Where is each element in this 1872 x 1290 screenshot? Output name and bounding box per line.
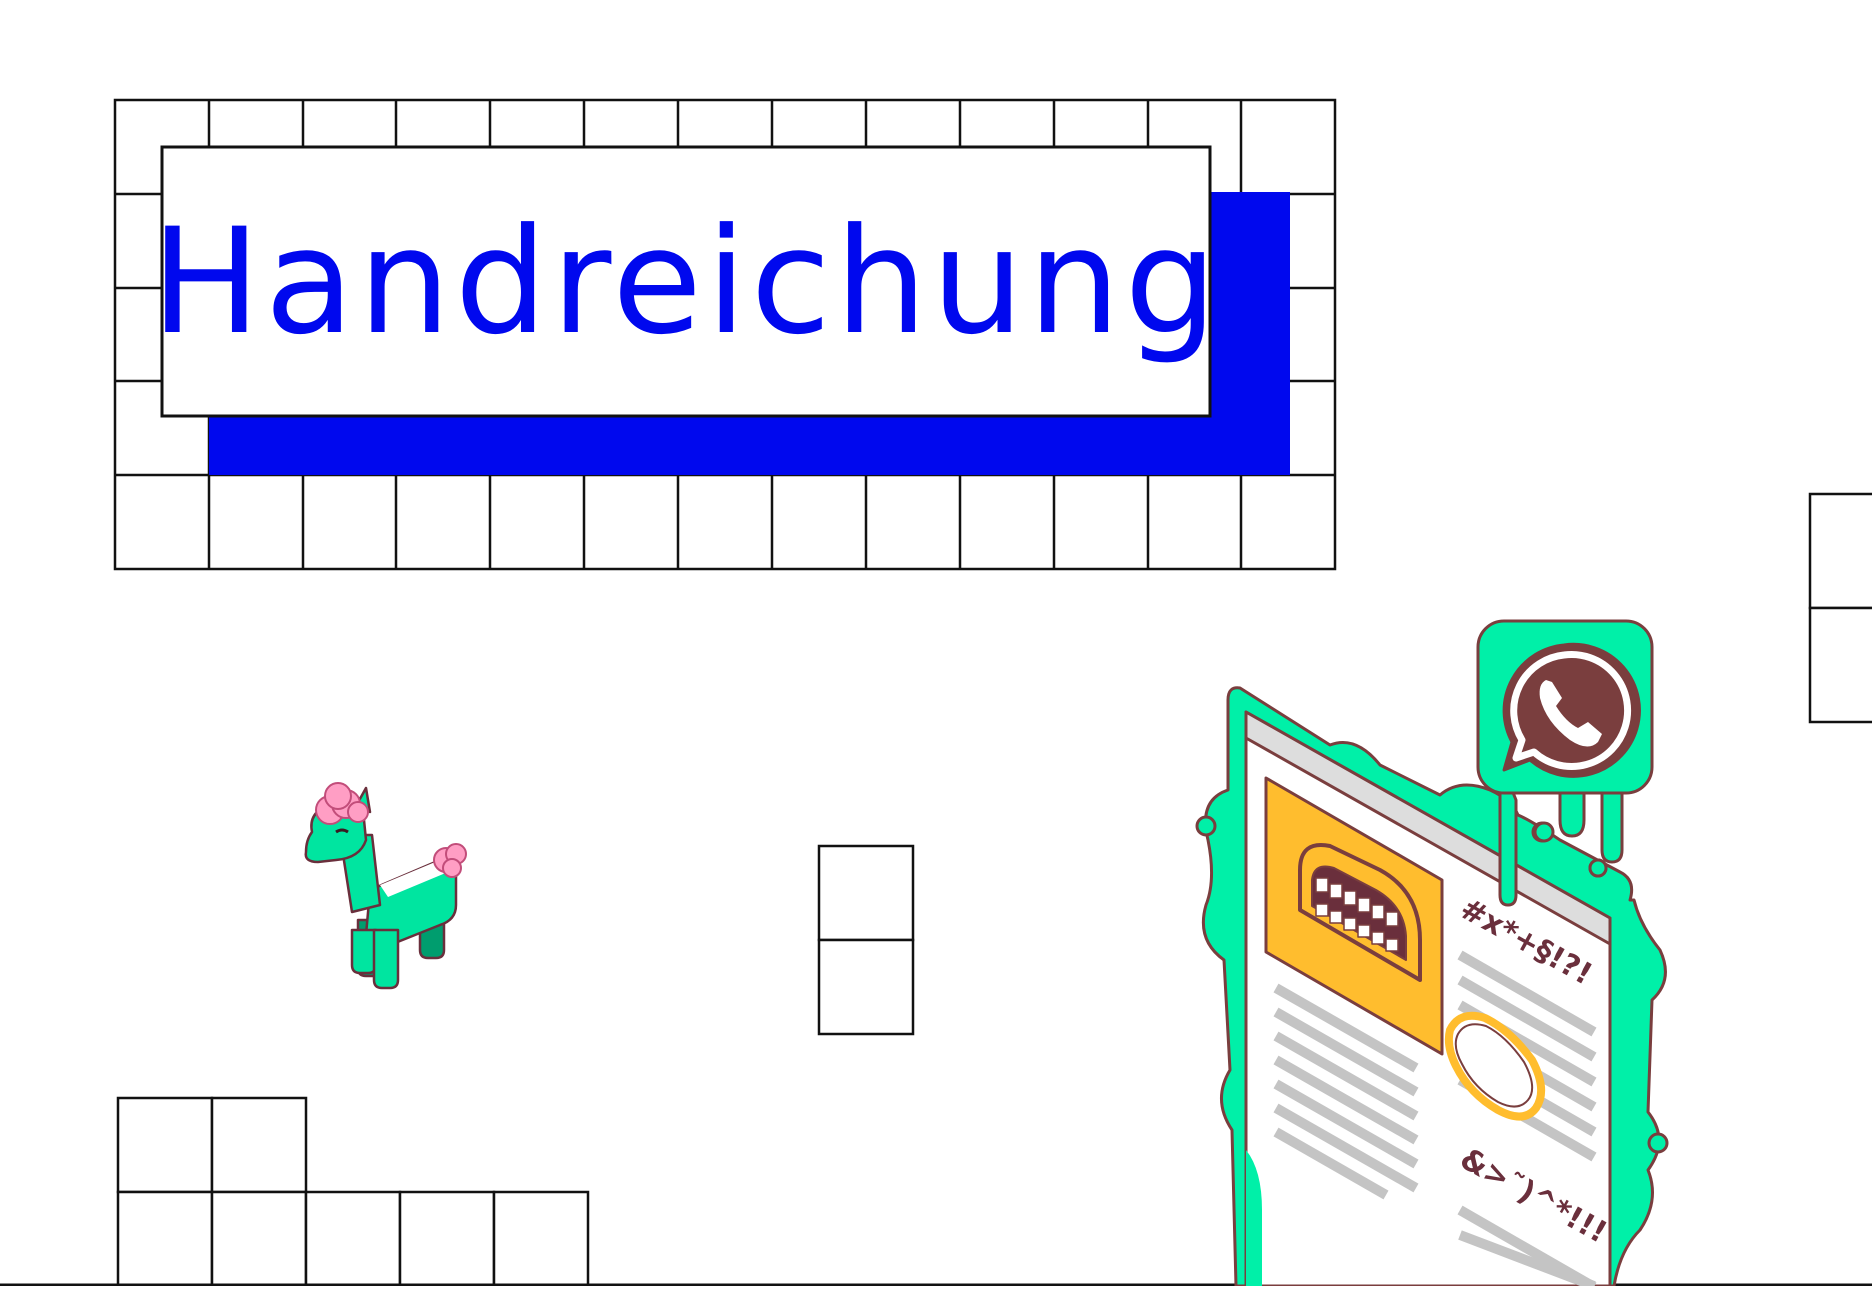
ground-blocks bbox=[116, 1096, 590, 1288]
floating-blocks bbox=[817, 844, 915, 1036]
llama-icon bbox=[304, 782, 467, 990]
scene: #x*+§!?! &>˜)^*!!! Handreichung bbox=[0, 0, 1872, 1290]
page-title: Handreichung bbox=[150, 197, 1222, 367]
edge-grid bbox=[1808, 492, 1872, 724]
